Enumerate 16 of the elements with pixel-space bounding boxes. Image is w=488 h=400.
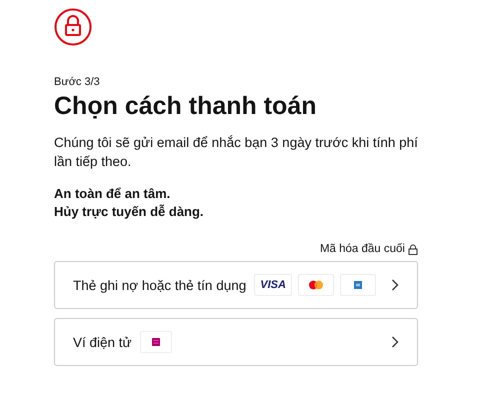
- card-logo-icon: [340, 274, 376, 296]
- payment-option[interactable]: Thẻ ghi nợ hoặc thẻ tín dụng VISA: [54, 261, 418, 309]
- page-title: Chọn cách thanh toán: [54, 92, 318, 121]
- overlapping-circles-icon: [298, 274, 334, 296]
- chevron-right-icon: [391, 336, 399, 348]
- description: Chúng tôi sẽ gửi email để nhắc bạn 3 ngày trước khi tính phí lần tiếp theo.: [54, 134, 418, 171]
- step-indicator: Bước 3/3: [54, 76, 101, 88]
- wallet-logo-icon: [140, 331, 172, 353]
- assurance-text: An toàn để an tâm.: [54, 185, 172, 203]
- lock-icon: [408, 244, 418, 254]
- lock-icon: [54, 8, 92, 46]
- chevron-right-icon: [391, 279, 399, 291]
- payment-option[interactable]: Ví điện tử: [54, 318, 418, 366]
- encryption-note: Mã hóa đầu cuối: [320, 243, 405, 255]
- assurance-text: Hủy trực tuyến dễ dàng.: [54, 203, 205, 221]
- visa-logo: VISA: [254, 274, 292, 296]
